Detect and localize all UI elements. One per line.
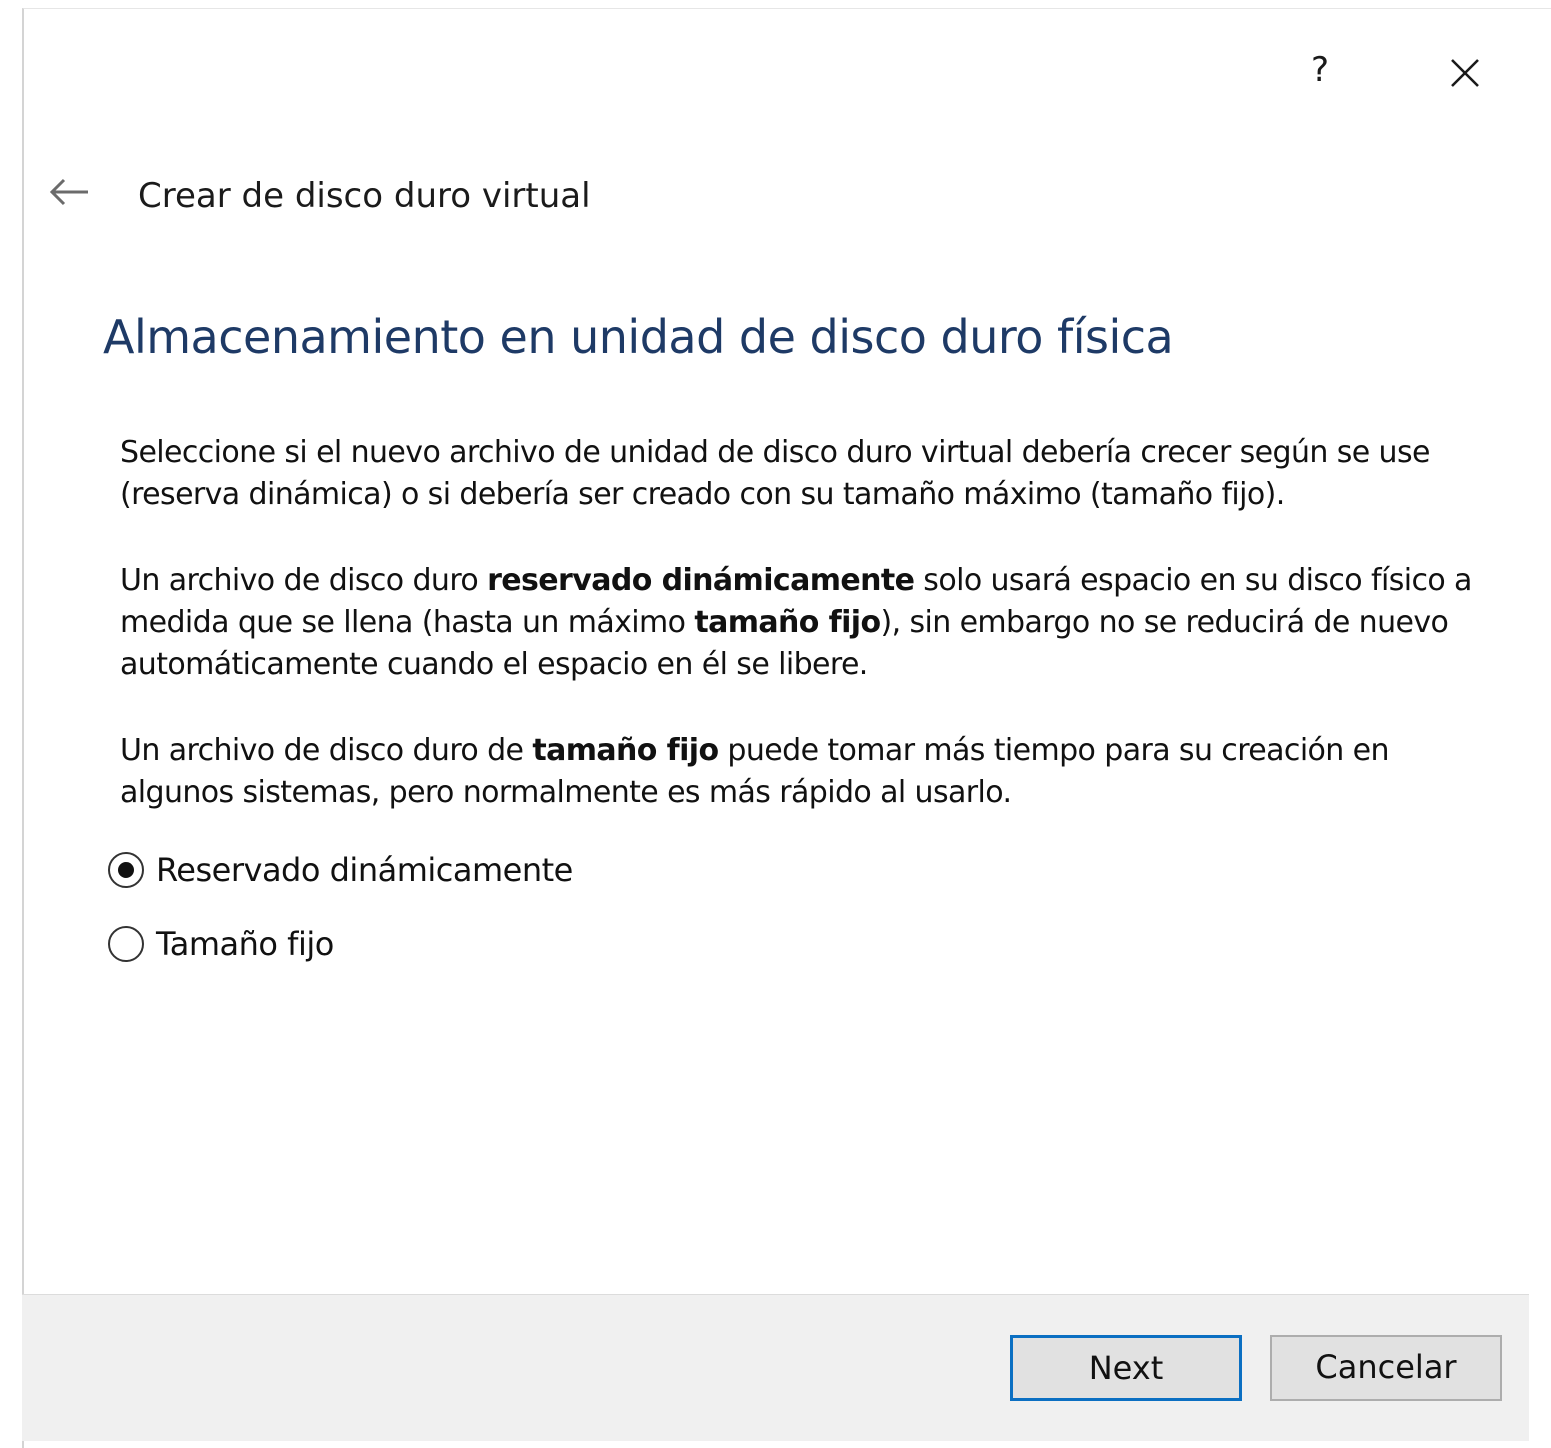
paragraph-text: Un archivo de disco duro de: [120, 733, 533, 768]
radio-label[interactable]: Reservado dinámicamente: [156, 851, 573, 889]
bold-term: tamaño fijo: [694, 605, 881, 640]
paragraph-text: Un archivo de disco duro: [120, 563, 488, 598]
fixed-explanation-paragraph: Un archivo de disco duro de tamaño fijo …: [120, 730, 1510, 814]
bold-term: reservado dinámicamente: [487, 563, 915, 598]
next-button[interactable]: Next: [1010, 1335, 1242, 1401]
back-arrow-icon: [49, 178, 88, 206]
bold-term: tamaño fijo: [532, 733, 719, 768]
page-heading: Almacenamiento en unidad de disco duro f…: [103, 310, 1174, 364]
description-paragraph: Seleccione si el nuevo archivo de unidad…: [120, 435, 1430, 512]
back-button[interactable]: [44, 172, 94, 212]
wizard-dialog: [22, 8, 1551, 1448]
help-button[interactable]: ?: [1300, 45, 1340, 95]
dialog-footer: Next Cancelar: [22, 1294, 1529, 1441]
radio-fixed[interactable]: Tamaño fijo: [108, 922, 334, 966]
radio-button-checked[interactable]: [108, 852, 144, 888]
close-icon: [1451, 59, 1479, 87]
radio-label[interactable]: Tamaño fijo: [156, 925, 334, 963]
cancel-button[interactable]: Cancelar: [1270, 1335, 1502, 1401]
wizard-title: Crear de disco duro virtual: [138, 176, 591, 216]
dynamic-explanation-paragraph: Un archivo de disco duro reservado dinám…: [120, 560, 1510, 686]
radio-dynamic[interactable]: Reservado dinámicamente: [108, 848, 573, 892]
radio-button-unchecked[interactable]: [108, 926, 144, 962]
close-button[interactable]: [1440, 48, 1490, 98]
